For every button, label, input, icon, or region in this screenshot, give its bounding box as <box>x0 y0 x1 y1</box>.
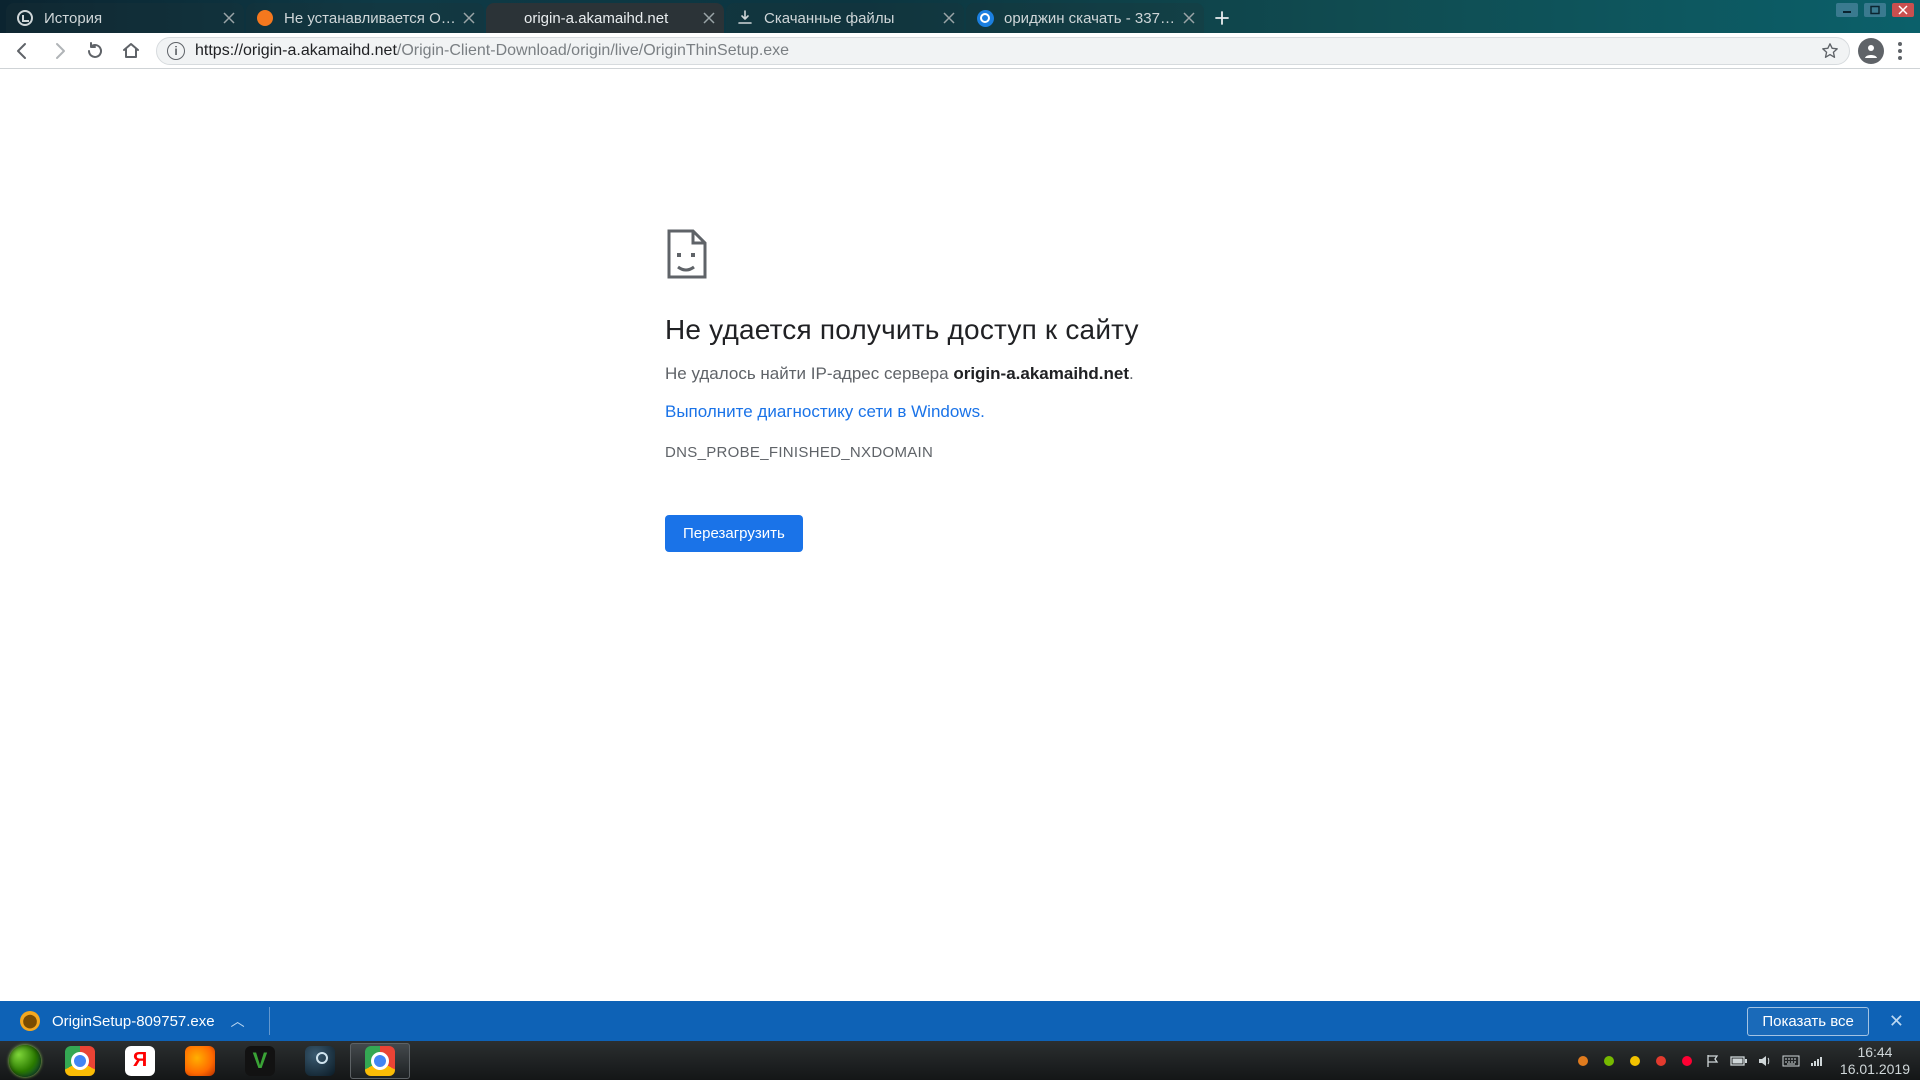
tab-strip: История Не устанавливается Origin origin… <box>0 0 1238 33</box>
tab-title: История <box>44 10 216 27</box>
show-all-downloads-button[interactable]: Показать все <box>1747 1007 1869 1036</box>
browser-toolbar: i https://origin-a.akamaihd.net/Origin-C… <box>0 33 1920 69</box>
site-info-icon[interactable]: i <box>167 42 185 60</box>
taskbar-yandex[interactable]: Я <box>110 1043 170 1079</box>
download-item[interactable]: ⬤ OriginSetup-809757.exe ︿ <box>10 1007 255 1035</box>
bookmark-star-icon[interactable] <box>1821 42 1839 60</box>
taskbar-firefox[interactable] <box>170 1043 230 1079</box>
chrome-icon <box>65 1046 95 1076</box>
tab-title: origin-a.akamaihd.net <box>524 10 696 27</box>
circle-icon <box>256 9 274 27</box>
forward-button[interactable] <box>42 36 76 66</box>
tab-origin-forum[interactable]: Не устанавливается Origin <box>246 3 484 33</box>
minimize-button[interactable] <box>1836 3 1858 17</box>
taskbar-pinned-apps: Я V <box>50 1043 410 1079</box>
profile-avatar[interactable] <box>1858 38 1884 64</box>
error-message: Не удалось найти IP-адрес сервера origin… <box>665 364 1285 384</box>
tab-history[interactable]: История <box>6 3 244 33</box>
taskbar-chrome[interactable] <box>50 1043 110 1079</box>
download-icon <box>736 9 754 27</box>
close-icon[interactable] <box>702 11 716 25</box>
network-diagnostics-link[interactable]: Выполните диагностику сети в Windows. <box>665 402 985 422</box>
search-icon <box>976 9 994 27</box>
tray-icon[interactable] <box>1678 1052 1696 1070</box>
tab-title: Скачанные файлы <box>764 10 936 27</box>
url-text: https://origin-a.akamaihd.net/Origin-Cli… <box>195 42 789 60</box>
tray-wifi-icon[interactable] <box>1808 1052 1826 1070</box>
chrome-menu-button[interactable] <box>1886 42 1914 60</box>
exe-file-icon: ⬤ <box>20 1011 40 1031</box>
tray-flag-icon[interactable] <box>1704 1052 1722 1070</box>
tray-volume-icon[interactable] <box>1756 1052 1774 1070</box>
tab-search-results[interactable]: ориджин скачать - 337 результ <box>966 3 1204 33</box>
close-icon[interactable] <box>1182 11 1196 25</box>
address-bar[interactable]: i https://origin-a.akamaihd.net/Origin-C… <box>156 37 1850 65</box>
tray-keyboard-icon[interactable] <box>1782 1052 1800 1070</box>
tray-icon[interactable] <box>1652 1052 1670 1070</box>
gta-v-icon: V <box>245 1046 275 1076</box>
history-icon <box>16 9 34 27</box>
tray-clock[interactable]: 16:44 16.01.2019 <box>1840 1044 1910 1076</box>
windows-taskbar: Я V 16:44 16.01.2019 <box>0 1041 1920 1080</box>
yandex-icon: Я <box>125 1046 155 1076</box>
tab-title: ориджин скачать - 337 результ <box>1004 10 1176 27</box>
back-button[interactable] <box>6 36 40 66</box>
tab-downloads[interactable]: Скачанные файлы <box>726 3 964 33</box>
error-code: DNS_PROBE_FINISHED_NXDOMAIN <box>665 444 1285 461</box>
close-shelf-button[interactable]: ✕ <box>1883 1011 1910 1032</box>
steam-icon <box>305 1046 335 1076</box>
tab-title: Не устанавливается Origin <box>284 10 456 27</box>
maximize-button[interactable] <box>1864 3 1886 17</box>
reload-page-button[interactable]: Перезагрузить <box>665 515 803 552</box>
tray-battery-icon[interactable] <box>1730 1052 1748 1070</box>
taskbar-chrome-active[interactable] <box>350 1043 410 1079</box>
download-filename: OriginSetup-809757.exe <box>52 1013 215 1030</box>
close-icon[interactable] <box>462 11 476 25</box>
tray-icon[interactable] <box>1600 1052 1618 1070</box>
tray-date: 16.01.2019 <box>1840 1061 1910 1077</box>
tray-icon[interactable] <box>1626 1052 1644 1070</box>
download-shelf: ⬤ OriginSetup-809757.exe ︿ Показать все … <box>0 1001 1920 1041</box>
separator <box>269 1007 270 1035</box>
chevron-up-icon[interactable]: ︿ <box>231 1011 245 1031</box>
close-icon[interactable] <box>942 11 956 25</box>
tray-time: 16:44 <box>1840 1044 1910 1060</box>
blank-favicon-icon <box>496 9 514 27</box>
chrome-icon <box>365 1046 395 1076</box>
reload-button[interactable] <box>78 36 112 66</box>
sad-page-icon <box>665 229 709 279</box>
new-tab-button[interactable] <box>1206 3 1238 33</box>
window-close-button[interactable] <box>1892 3 1914 17</box>
window-controls <box>1836 3 1914 17</box>
tray-icon[interactable] <box>1574 1052 1592 1070</box>
firefox-icon <box>185 1046 215 1076</box>
taskbar-gtav[interactable]: V <box>230 1043 290 1079</box>
page-content: Не удается получить доступ к сайту Не уд… <box>0 69 1920 1023</box>
home-button[interactable] <box>114 36 148 66</box>
window-titlebar: История Не устанавливается Origin origin… <box>0 0 1920 33</box>
start-button[interactable] <box>4 1044 46 1078</box>
system-tray: 16:44 16.01.2019 <box>1574 1044 1916 1076</box>
taskbar-steam[interactable] <box>290 1043 350 1079</box>
tab-active-origin-akamai[interactable]: origin-a.akamaihd.net <box>486 3 724 33</box>
close-icon[interactable] <box>222 11 236 25</box>
network-error-block: Не удается получить доступ к сайту Не уд… <box>665 229 1285 552</box>
error-title: Не удается получить доступ к сайту <box>665 314 1285 346</box>
